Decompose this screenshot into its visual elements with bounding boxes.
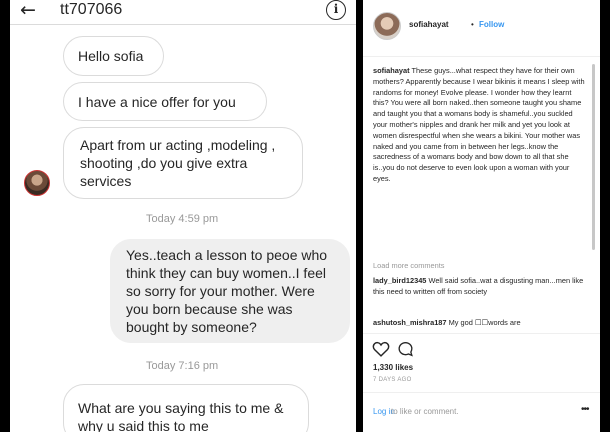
message-text: Apart from ur acting ,modeling , shootin… [80,137,276,189]
post-header: sofiahayat • Follow [363,0,600,57]
comment-username[interactable]: lady_bird12345 [373,276,426,285]
separator-dot: • [471,20,474,29]
comment-icon[interactable] [397,341,414,357]
timestamp: Today 7:16 pm [146,360,219,372]
timestamp: Today 4:59 pm [146,213,219,225]
message-bubble[interactable]: Apart from ur acting ,modeling , shootin… [63,127,303,199]
message-bubble-sent[interactable]: Yes..teach a lesson to peoe who think th… [110,239,350,343]
post-actions [363,333,600,361]
follow-button[interactable]: Follow [479,20,504,29]
comment-username[interactable]: ashutosh_mishra187 [373,318,447,327]
comment-item: lady_bird12345 Well said sofia..wat a di… [373,276,587,298]
dm-thread: ← tt707066 i Hello sofia I have a nice o… [10,0,356,432]
comments-scrollbar[interactable] [592,64,595,250]
comment-text: My god ☐☐words are [448,318,521,327]
login-prompt-text: to like or comment. [391,407,459,416]
message-text: Yes..teach a lesson to peoe who think th… [126,247,328,335]
message-bubble[interactable]: I have a nice offer for you [63,82,267,121]
instagram-post: sofiahayat • Follow sofiahayat These guy… [363,0,600,432]
caption-text: These guys...what respect they have for … [373,66,585,183]
sender-avatar[interactable] [24,170,50,196]
heart-icon[interactable] [372,341,390,357]
message-text: What are you saying this to me & why u s… [78,400,284,432]
message-text: Hello sofia [78,48,144,64]
dm-header: ← tt707066 i [10,0,356,24]
caption-username[interactable]: sofiahayat [373,66,410,75]
comment-item: ashutosh_mishra187 My god ☐☐words are [373,318,587,329]
post-caption: sofiahayat These guys...what respect the… [373,66,587,185]
message-bubble[interactable]: Hello sofia [63,36,164,76]
likes-count[interactable]: 1,330 likes [373,363,413,372]
message-text: I have a nice offer for you [78,93,236,110]
header-divider [10,24,356,25]
message-bubble[interactable]: What are you saying this to me & why u s… [63,384,309,432]
profile-avatar[interactable] [373,12,401,40]
post-username[interactable]: sofiahayat [409,20,449,29]
login-row: Log in to like or comment. ••• [363,392,600,432]
post-age: 7 DAYS AGO [373,377,412,383]
back-arrow-icon[interactable]: ← [20,1,36,20]
dm-username[interactable]: tt707066 [60,1,122,19]
info-icon[interactable]: i [326,0,346,20]
more-options-icon[interactable]: ••• [581,404,589,415]
load-more-comments-link[interactable]: Load more comments [373,261,444,270]
